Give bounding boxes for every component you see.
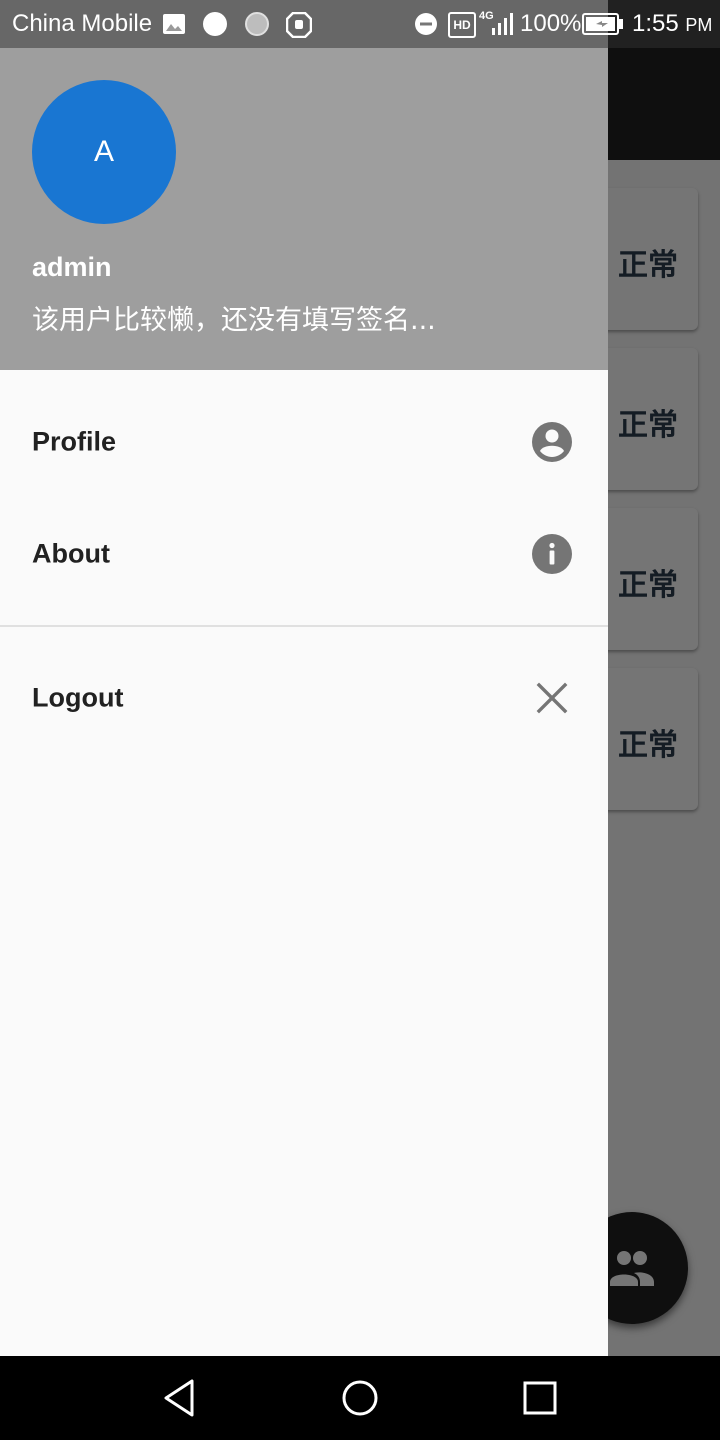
menu-item-about[interactable]: About — [0, 498, 608, 610]
recents-icon[interactable] — [518, 1376, 562, 1420]
menu-item-label: About — [32, 538, 110, 569]
menu-item-logout[interactable]: Logout — [0, 642, 608, 754]
navigation-drawer: A admin 该用户比较懒，还没有填写签名... Profile About … — [0, 0, 608, 1356]
clock-ampm: PM — [685, 15, 713, 35]
carrier-name: China Mobile — [12, 10, 153, 37]
back-icon[interactable] — [158, 1376, 202, 1420]
hd-icon: HD — [448, 12, 476, 38]
avatar[interactable]: A — [32, 80, 176, 224]
menu-item-profile[interactable]: Profile — [0, 386, 608, 498]
do-not-disturb-icon — [415, 13, 437, 35]
battery-charging-icon — [582, 13, 623, 35]
hand-icon — [286, 12, 312, 38]
clock-time: 1:55 — [632, 10, 679, 37]
account-name: admin — [32, 252, 112, 282]
dot-outline-icon — [245, 12, 269, 36]
drawer-header: A admin 该用户比较懒，还没有填写签名... — [0, 0, 608, 370]
menu-divider — [0, 625, 608, 627]
image-icon — [163, 14, 185, 34]
home-icon[interactable] — [338, 1376, 382, 1420]
dot-icon — [203, 12, 227, 36]
menu-item-label: Logout — [32, 682, 124, 713]
account-circle-icon — [532, 422, 572, 462]
navigation-bar — [0, 1356, 720, 1440]
close-icon — [536, 682, 568, 714]
info-icon — [532, 534, 572, 574]
battery-percentage: 100% — [520, 10, 582, 37]
signal-icon — [492, 13, 513, 35]
status-bar: China Mobile HD 4G 100% 1:55 PM — [0, 0, 720, 48]
account-signature: 该用户比较懒，还没有填写签名... — [32, 305, 436, 336]
menu-item-label: Profile — [32, 426, 117, 457]
